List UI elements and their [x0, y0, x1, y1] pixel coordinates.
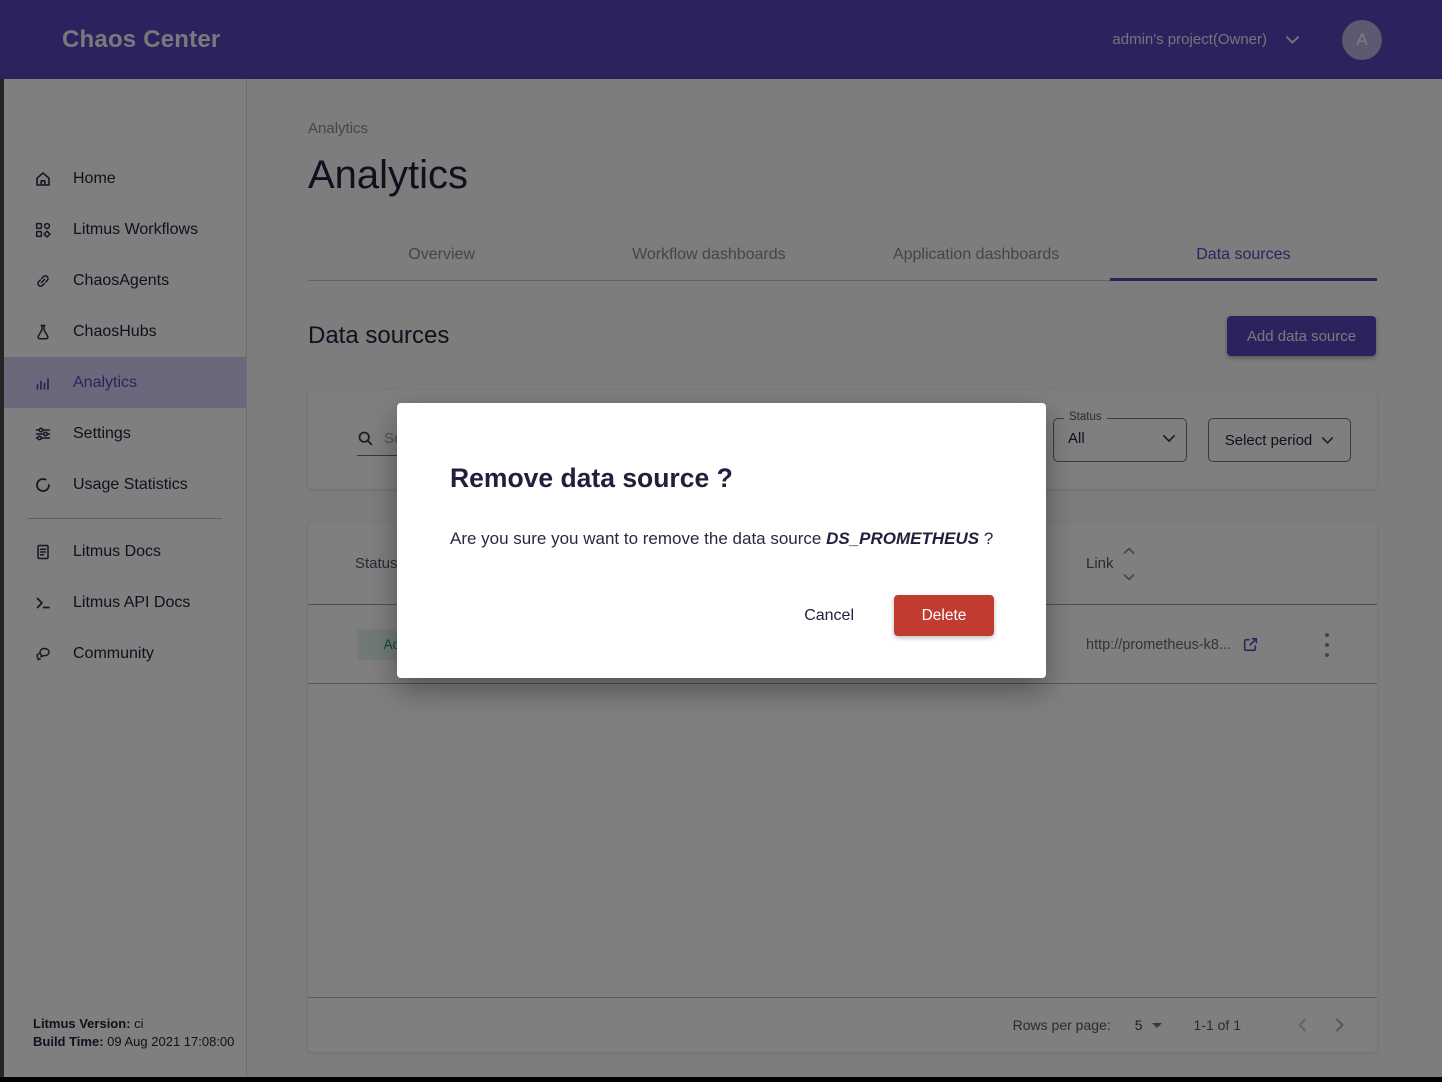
modal-body-prefix: Are you sure you want to remove the data… — [450, 529, 826, 548]
modal-body-suffix: ? — [979, 529, 993, 548]
remove-data-source-modal: Remove data source ? Are you sure you wa… — [397, 403, 1046, 678]
cancel-button[interactable]: Cancel — [804, 607, 854, 625]
data-source-name: DS_PROMETHEUS — [826, 529, 979, 548]
app-root: Chaos Center admin's project(Owner) A Ho… — [0, 0, 1442, 1082]
bottom-bar — [0, 1077, 1442, 1082]
delete-button[interactable]: Delete — [894, 595, 994, 636]
modal-body: Are you sure you want to remove the data… — [450, 529, 995, 549]
modal-actions: Cancel Delete — [804, 595, 994, 636]
modal-title: Remove data source ? — [450, 463, 733, 494]
